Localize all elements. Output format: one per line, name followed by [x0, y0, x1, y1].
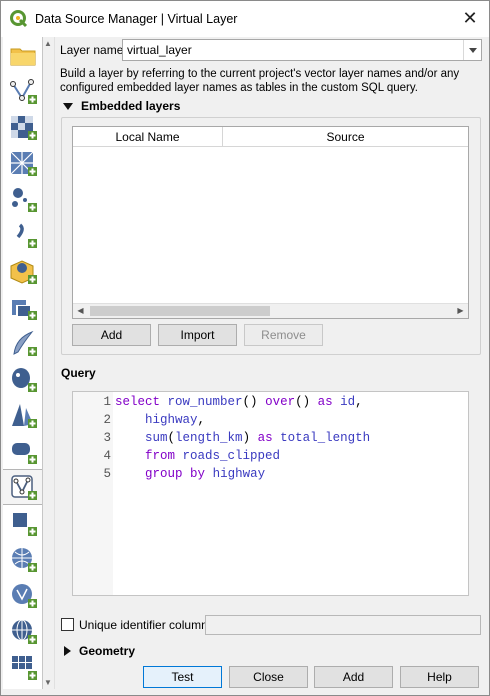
sidebar-item-wfs[interactable] [3, 577, 42, 613]
table-horizontal-scrollbar[interactable]: ◀ ▶ [73, 303, 468, 318]
postgresql-icon [13, 330, 37, 356]
help-button[interactable]: Help [400, 666, 479, 688]
code-line: highway, [145, 413, 206, 427]
oracle-icon [12, 404, 37, 428]
add-button[interactable]: Add [314, 666, 393, 688]
close-button[interactable]: Close [229, 666, 308, 688]
embedded-layers-table[interactable]: Local Name Source ◀ ▶ [72, 126, 469, 319]
wfs-icon [12, 584, 37, 608]
sidebar-item-gps[interactable] [3, 217, 42, 253]
layer-name-label: Layer name [60, 43, 124, 57]
delimited-text-icon [12, 188, 37, 212]
geopackage-icon [10, 260, 37, 284]
unique-identifier-field[interactable] [205, 615, 481, 635]
db2-icon [12, 443, 37, 464]
column-header-local-name[interactable]: Local Name [73, 127, 223, 147]
line-number: 5 [103, 467, 111, 481]
sidebar-item-spatialite[interactable] [3, 289, 42, 325]
sidebar-item-virtual-layer[interactable] [3, 469, 42, 505]
sidebar-item-db2[interactable] [3, 433, 42, 469]
sidebar-divider [54, 37, 55, 689]
scroll-left-icon[interactable]: ◀ [73, 304, 88, 318]
window-title: Data Source Manager | Virtual Layer [35, 12, 238, 26]
sidebar-item-xyz[interactable] [3, 649, 42, 685]
raster-layer-icon [11, 116, 37, 140]
geometry-header[interactable]: Geometry [64, 644, 135, 658]
sidebar-item-arcgis[interactable] [3, 613, 42, 649]
sidebar-item-raster[interactable] [3, 109, 42, 145]
xyz-tiles-icon [12, 656, 37, 680]
arcgis-icon [12, 619, 37, 644]
qgis-logo-icon [10, 10, 28, 28]
code-line: group by highway [145, 467, 266, 481]
spatialite-icon [12, 300, 37, 320]
mesh-layer-icon [10, 151, 37, 176]
sidebar-scroll-down-icon[interactable]: ▼ [44, 678, 54, 688]
test-button[interactable]: Test [143, 666, 222, 688]
layer-name-dropdown-button[interactable] [463, 40, 481, 60]
code-line: sum(length_km) as total_length [145, 431, 371, 445]
embedded-layers-header[interactable]: Embedded layers [63, 99, 180, 113]
data-source-manager-window: Data Source Manager | Virtual Layer ✕ ▲ … [0, 0, 490, 696]
wms-icon [13, 513, 37, 536]
sidebar-item-mssql[interactable] [3, 361, 42, 397]
add-embedded-button[interactable]: Add [72, 324, 151, 346]
code-line: select row_number() over() as id, [115, 395, 363, 409]
line-number: 2 [103, 413, 111, 427]
virtual-layer-icon [11, 475, 37, 500]
sidebar-item-mesh[interactable] [3, 145, 42, 181]
code-line: from roads_clipped [145, 449, 281, 463]
sidebar-item-geopackage[interactable] [3, 253, 42, 289]
sidebar-item-wms[interactable] [3, 505, 42, 541]
line-number: 3 [103, 431, 111, 445]
import-button[interactable]: Import [158, 324, 237, 346]
remove-button[interactable]: Remove [244, 324, 323, 346]
query-label: Query [61, 366, 96, 380]
unique-identifier-label: Unique identifier column [79, 618, 208, 632]
sidebar-item-wcs[interactable] [3, 541, 42, 577]
sidebar-item-browser[interactable] [3, 37, 42, 73]
sidebar-item-oracle[interactable] [3, 397, 42, 433]
scrollbar-thumb[interactable] [90, 306, 270, 316]
sidebar-item-postgresql[interactable] [3, 325, 42, 361]
line-number: 4 [103, 449, 111, 463]
vector-layer-icon [10, 79, 37, 104]
gps-icon [16, 223, 37, 248]
mssql-icon [12, 368, 37, 392]
wcs-icon [12, 548, 37, 572]
layer-name-combobox[interactable]: virtual_layer [122, 39, 482, 61]
geometry-title: Geometry [79, 644, 136, 658]
expand-arrow-icon [64, 646, 71, 656]
close-window-icon[interactable]: ✕ [459, 7, 481, 29]
source-type-sidebar [3, 37, 43, 689]
title-bar: Data Source Manager | Virtual Layer ✕ [1, 1, 489, 37]
sidebar-item-vector[interactable] [3, 73, 42, 109]
scroll-right-icon[interactable]: ▶ [453, 304, 468, 318]
line-number: 1 [103, 395, 111, 409]
description-text: Build a layer by referring to the curren… [60, 68, 460, 94]
collapse-arrow-icon [63, 102, 73, 110]
column-header-source[interactable]: Source [223, 127, 468, 147]
layer-name-value: virtual_layer [127, 43, 192, 57]
sidebar-item-delimited-text[interactable] [3, 181, 42, 217]
sql-query-editor[interactable]: 1 2 3 4 5 select row_number() over() as … [72, 391, 469, 596]
unique-identifier-checkbox[interactable] [61, 618, 74, 631]
embedded-layers-title: Embedded layers [81, 99, 181, 113]
chevron-down-icon [468, 47, 477, 53]
sidebar-scroll-up-icon[interactable]: ▲ [44, 39, 54, 49]
folder-icon [10, 48, 36, 66]
